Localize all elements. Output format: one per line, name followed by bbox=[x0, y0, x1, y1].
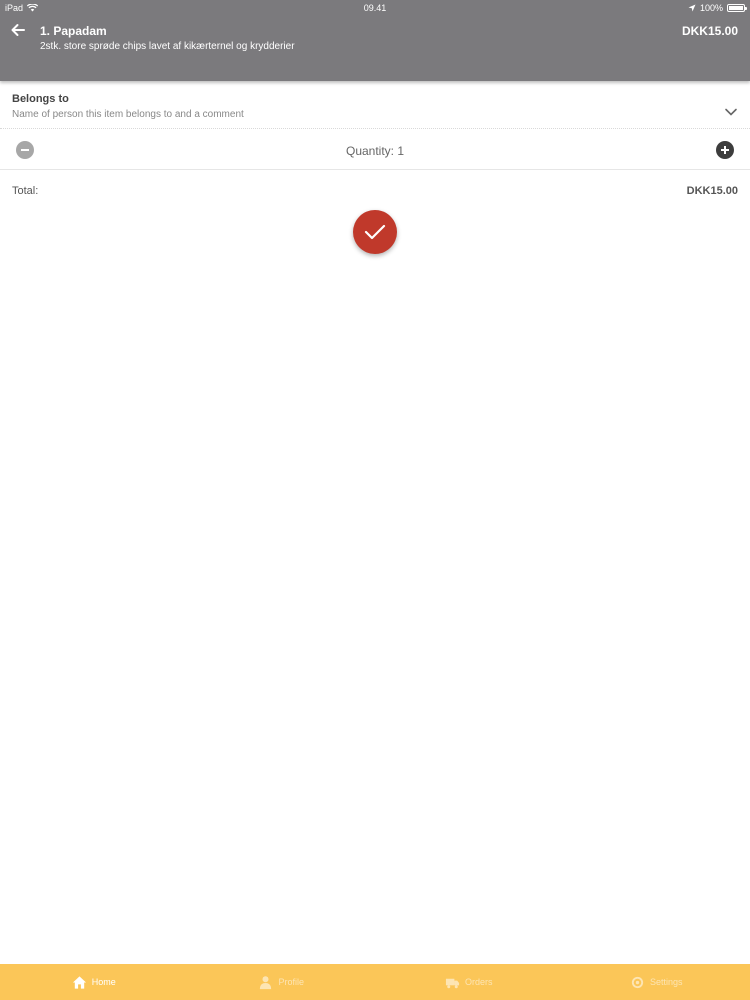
bottom-tab-bar: Home Profile Orders Settings bbox=[0, 964, 750, 1000]
belongs-to-field[interactable]: Belongs to Name of person this item belo… bbox=[0, 85, 750, 129]
back-button[interactable] bbox=[10, 22, 30, 40]
status-right: 100% bbox=[688, 3, 747, 13]
total-value: DKK15.00 bbox=[686, 185, 738, 197]
battery-percent: 100% bbox=[699, 3, 723, 13]
tab-profile[interactable]: Profile bbox=[188, 964, 376, 1000]
item-description: 2stk. store sprøde chips lavet af kikært… bbox=[40, 41, 295, 52]
tab-home-label: Home bbox=[91, 977, 116, 987]
battery-icon bbox=[727, 4, 747, 12]
belongs-to-title: Belongs to bbox=[12, 93, 69, 105]
back-arrow-icon bbox=[11, 24, 25, 36]
location-arrow-icon bbox=[688, 4, 696, 12]
tab-orders[interactable]: Orders bbox=[375, 964, 563, 1000]
delivery-icon bbox=[445, 978, 460, 988]
header-bar: iPad 09.41 100% 1. Papadam 2stk. store s… bbox=[0, 0, 750, 81]
home-icon bbox=[72, 975, 86, 989]
confirm-button[interactable] bbox=[353, 210, 397, 254]
increase-quantity-button[interactable] bbox=[716, 141, 734, 159]
person-icon bbox=[260, 975, 272, 989]
belongs-to-hint: Name of person this item belongs to and … bbox=[12, 109, 244, 120]
quantity-label: Quantity: 1 bbox=[345, 144, 405, 158]
chevron-down-icon[interactable] bbox=[724, 107, 738, 117]
tab-settings-label: Settings bbox=[649, 977, 683, 987]
tab-profile-label: Profile bbox=[278, 977, 304, 987]
tab-home[interactable]: Home bbox=[0, 964, 188, 1000]
status-bar: iPad 09.41 100% bbox=[0, 0, 750, 16]
status-time: 09.41 bbox=[363, 3, 387, 13]
item-title: 1. Papadam bbox=[40, 24, 107, 38]
tab-orders-label: Orders bbox=[464, 977, 493, 987]
tab-settings[interactable]: Settings bbox=[563, 964, 750, 1000]
item-price: DKK15.00 bbox=[681, 24, 738, 38]
quantity-stepper: Quantity: 1 bbox=[0, 130, 750, 170]
checkmark-icon bbox=[364, 224, 386, 240]
settings-icon bbox=[631, 976, 644, 988]
total-label: Total: bbox=[12, 185, 39, 197]
